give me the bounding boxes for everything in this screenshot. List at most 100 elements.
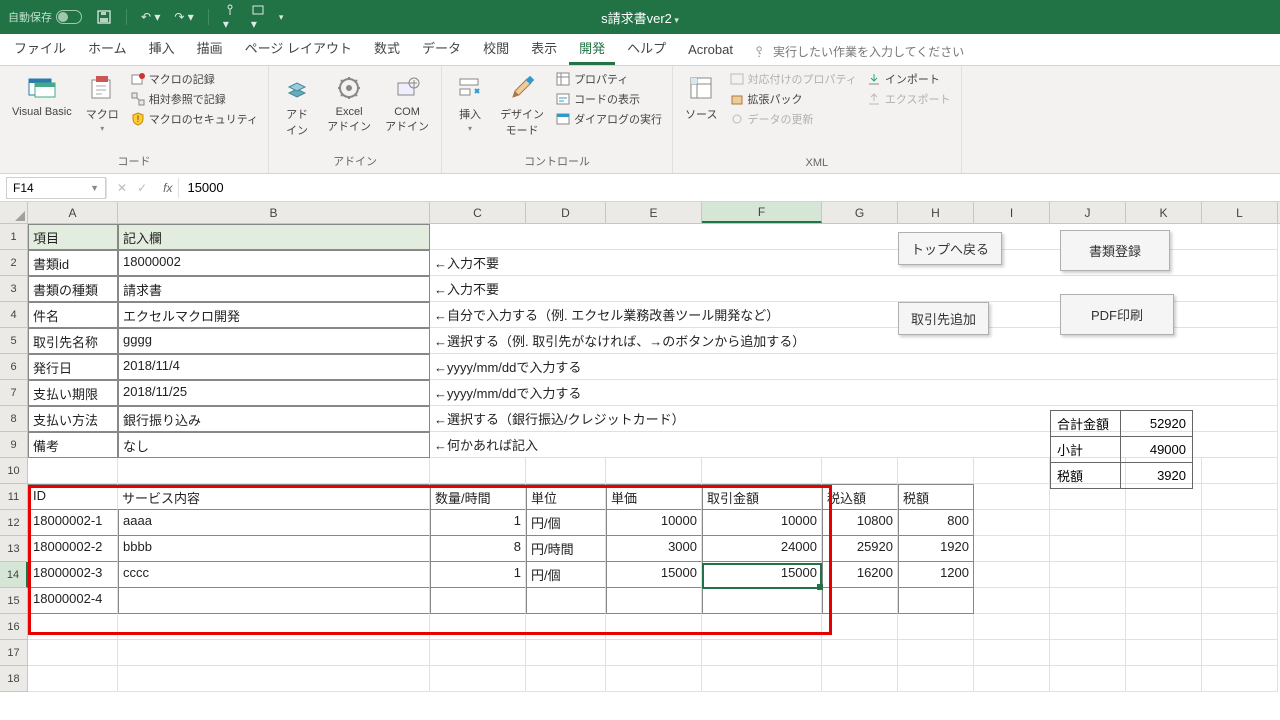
row-header[interactable]: 13 <box>0 536 28 562</box>
qat-icon[interactable]: ▾ <box>251 3 265 31</box>
cell[interactable]: 15000 <box>606 562 702 588</box>
cell[interactable]: 18000002-2 <box>28 536 118 562</box>
tab-home[interactable]: ホーム <box>78 32 137 65</box>
cell[interactable] <box>974 640 1050 666</box>
select-all-corner[interactable] <box>0 202 28 223</box>
cell[interactable] <box>430 588 526 614</box>
cell[interactable]: 銀行振り込み <box>118 406 430 432</box>
cell[interactable]: 円/時間 <box>526 536 606 562</box>
col-header[interactable]: J <box>1050 202 1126 223</box>
cell[interactable]: 取引先名称 <box>28 328 118 354</box>
cell[interactable]: 支払い期限 <box>28 380 118 406</box>
register-doc-button[interactable]: 書類登録 <box>1060 230 1170 271</box>
cell[interactable] <box>1126 588 1202 614</box>
cell[interactable] <box>1126 510 1202 536</box>
touch-icon[interactable]: ▾ <box>223 3 237 31</box>
name-box[interactable]: F14▼ <box>6 177 106 199</box>
cell[interactable]: 単位 <box>526 484 606 510</box>
cell[interactable] <box>1202 614 1278 640</box>
cell[interactable] <box>1202 510 1278 536</box>
cell[interactable] <box>1050 666 1126 692</box>
cell[interactable] <box>1050 510 1126 536</box>
cell[interactable]: 18000002 <box>118 250 430 276</box>
cancel-icon[interactable]: ✕ <box>117 181 127 195</box>
cell[interactable]: 発行日 <box>28 354 118 380</box>
cell[interactable] <box>118 588 430 614</box>
cell[interactable] <box>28 614 118 640</box>
cell[interactable]: 16200 <box>822 562 898 588</box>
record-macro-button[interactable]: マクロの記録 <box>129 70 260 88</box>
cell[interactable] <box>118 458 430 484</box>
row-header[interactable]: 17 <box>0 640 28 666</box>
cell[interactable]: ←yyyy/mm/ddで入力する <box>430 380 1278 406</box>
cell[interactable]: 請求書 <box>118 276 430 302</box>
row-header[interactable]: 12 <box>0 510 28 536</box>
cell[interactable] <box>974 588 1050 614</box>
cell[interactable] <box>1050 562 1126 588</box>
tab-pagelayout[interactable]: ページ レイアウト <box>235 32 362 65</box>
cell[interactable]: ←yyyy/mm/ddで入力する <box>430 354 1278 380</box>
tell-me[interactable]: 実行したい作業を入力してください <box>753 43 964 65</box>
view-code-button[interactable]: コードの表示 <box>554 90 664 108</box>
tab-help[interactable]: ヘルプ <box>617 32 676 65</box>
col-header[interactable]: K <box>1126 202 1202 223</box>
cell[interactable] <box>1202 458 1278 484</box>
cell[interactable] <box>822 614 898 640</box>
row-header[interactable]: 6 <box>0 354 28 380</box>
cell[interactable] <box>1050 536 1126 562</box>
cell[interactable] <box>526 666 606 692</box>
cell[interactable] <box>28 666 118 692</box>
row-header[interactable]: 9 <box>0 432 28 458</box>
save-icon[interactable] <box>96 9 112 25</box>
cell[interactable] <box>526 588 606 614</box>
cell[interactable] <box>1202 536 1278 562</box>
col-header[interactable]: G <box>822 202 898 223</box>
cell[interactable] <box>526 458 606 484</box>
row-header[interactable]: 15 <box>0 588 28 614</box>
cell[interactable] <box>118 640 430 666</box>
cell[interactable] <box>1202 484 1278 510</box>
cell[interactable] <box>1126 640 1202 666</box>
cell[interactable] <box>974 458 1050 484</box>
autosave-toggle[interactable]: 自動保存 <box>8 9 82 25</box>
visual-basic-button[interactable]: Visual Basic <box>8 70 76 120</box>
cell[interactable] <box>430 666 526 692</box>
cell[interactable] <box>898 614 974 640</box>
cell[interactable] <box>430 640 526 666</box>
row-header[interactable]: 5 <box>0 328 28 354</box>
cell[interactable]: 1 <box>430 510 526 536</box>
cell[interactable] <box>28 640 118 666</box>
tab-insert[interactable]: 挿入 <box>139 32 185 65</box>
col-header[interactable]: D <box>526 202 606 223</box>
add-partner-button[interactable]: 取引先追加 <box>898 302 989 335</box>
cell[interactable] <box>1050 588 1126 614</box>
cell[interactable] <box>606 458 702 484</box>
cell[interactable] <box>974 510 1050 536</box>
cell[interactable] <box>974 484 1050 510</box>
tab-review[interactable]: 校閲 <box>473 32 519 65</box>
cell[interactable] <box>430 614 526 640</box>
cell[interactable] <box>1202 562 1278 588</box>
row-header[interactable]: 11 <box>0 484 28 510</box>
run-dialog-button[interactable]: ダイアログの実行 <box>554 110 664 128</box>
import-button[interactable]: インポート <box>865 70 953 88</box>
cell[interactable]: 1200 <box>898 562 974 588</box>
macro-security-button[interactable]: !マクロのセキュリティ <box>129 110 260 128</box>
cell[interactable]: 件名 <box>28 302 118 328</box>
cell[interactable] <box>1126 562 1202 588</box>
cell[interactable]: 数量/時間 <box>430 484 526 510</box>
relative-ref-button[interactable]: 相対参照で記録 <box>129 90 260 108</box>
cell[interactable]: 24000 <box>702 536 822 562</box>
cell[interactable] <box>606 614 702 640</box>
cell[interactable]: 備考 <box>28 432 118 458</box>
cell[interactable]: 支払い方法 <box>28 406 118 432</box>
cell[interactable] <box>1126 536 1202 562</box>
row-header[interactable]: 3 <box>0 276 28 302</box>
cell[interactable]: bbbb <box>118 536 430 562</box>
cell[interactable]: 税額 <box>898 484 974 510</box>
cell[interactable]: 円/個 <box>526 562 606 588</box>
tab-developer[interactable]: 開発 <box>569 32 615 65</box>
row-header[interactable]: 1 <box>0 224 28 250</box>
cell[interactable] <box>822 640 898 666</box>
cell[interactable] <box>526 614 606 640</box>
